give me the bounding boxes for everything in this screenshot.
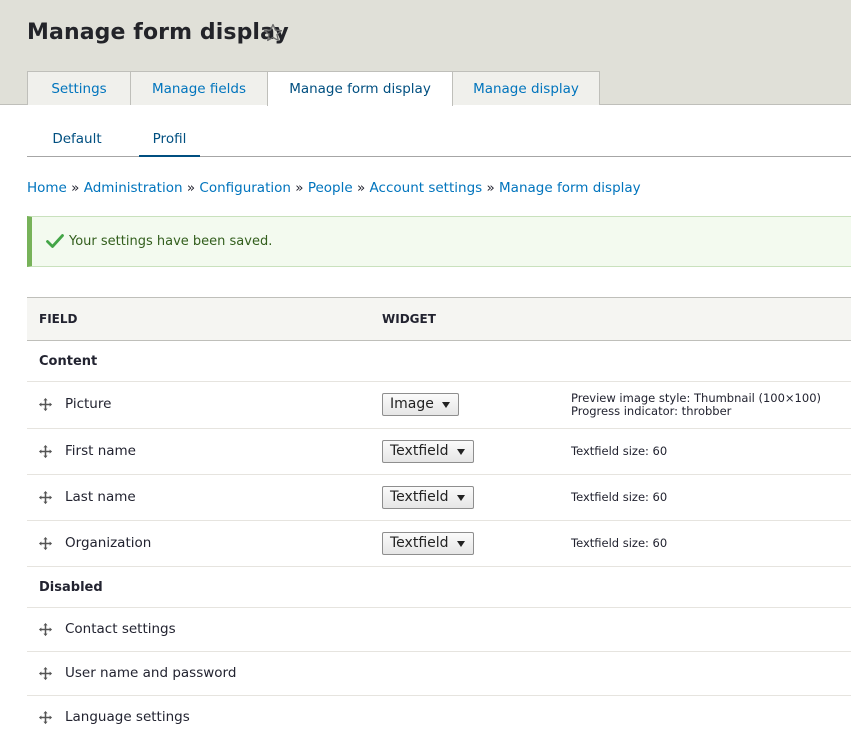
widget-select-value: Image bbox=[390, 396, 434, 412]
breadcrumb-separator: » bbox=[295, 180, 304, 196]
region-row-disabled: Disabled bbox=[27, 567, 851, 608]
column-header-widget: WIDGET bbox=[382, 312, 436, 326]
breadcrumb-configuration[interactable]: Configuration bbox=[199, 180, 291, 196]
field-name: Picture bbox=[65, 396, 112, 412]
region-label: Content bbox=[39, 354, 98, 369]
breadcrumb-separator: » bbox=[356, 180, 366, 196]
field-display-table: FIELD WIDGET Content Picture Image Previ… bbox=[27, 297, 851, 739]
breadcrumb-home[interactable]: Home bbox=[27, 180, 67, 196]
chevron-down-icon bbox=[456, 540, 465, 547]
widget-summary: Textfield size: 60 bbox=[571, 443, 668, 458]
chevron-down-icon bbox=[441, 402, 450, 408]
drag-handle-icon[interactable] bbox=[38, 710, 53, 725]
table-row: First name Textfield Textfield size: 60 bbox=[27, 429, 851, 475]
breadcrumb-administration[interactable]: Administration bbox=[84, 180, 183, 196]
status-message-text: Your settings have been saved. bbox=[69, 234, 273, 249]
drag-handle-icon[interactable] bbox=[38, 536, 53, 551]
widget-summary: Textfield size: 60 bbox=[571, 489, 668, 504]
column-header-field: FIELD bbox=[39, 312, 78, 326]
drag-handle-icon[interactable] bbox=[38, 490, 53, 505]
tab-manage-display[interactable]: Manage display bbox=[452, 71, 600, 105]
chevron-down-icon bbox=[456, 494, 465, 501]
breadcrumb-separator: » bbox=[71, 180, 80, 196]
table-row: Language settings bbox=[27, 696, 851, 739]
table-row: Contact settings bbox=[27, 608, 851, 652]
widget-select-value: Textfield bbox=[390, 488, 449, 505]
table-row: User name and password bbox=[27, 652, 851, 696]
widget-select[interactable]: Image bbox=[382, 393, 459, 416]
page-header: Manage form display Settings Manage fiel… bbox=[0, 0, 851, 106]
breadcrumb-manage-form-display[interactable]: Manage form display bbox=[499, 180, 641, 196]
breadcrumb-people[interactable]: People bbox=[308, 180, 353, 196]
field-name: Contact settings bbox=[65, 620, 176, 637]
widget-select-value: Textfield bbox=[390, 534, 449, 551]
table-row: Organization Textfield Textfield size: 6… bbox=[27, 521, 851, 567]
widget-select[interactable]: Textfield bbox=[382, 439, 474, 463]
table-header: FIELD WIDGET bbox=[27, 297, 851, 341]
drag-handle-icon[interactable] bbox=[38, 397, 53, 412]
widget-summary: Textfield size: 60 bbox=[571, 535, 668, 550]
subtab-default[interactable]: Default bbox=[27, 127, 127, 155]
table-row: Picture Image Preview image style: Thumb… bbox=[27, 382, 851, 429]
star-icon[interactable] bbox=[262, 22, 284, 44]
subtab-profil[interactable]: Profil bbox=[139, 127, 200, 157]
page-title: Manage form display bbox=[27, 20, 289, 45]
field-name: User name and password bbox=[65, 664, 237, 681]
secondary-tabs: Default Profil bbox=[27, 127, 851, 157]
field-name: Last name bbox=[65, 488, 136, 505]
chevron-down-icon bbox=[456, 448, 465, 455]
drag-handle-icon[interactable] bbox=[38, 622, 53, 637]
tab-settings[interactable]: Settings bbox=[27, 71, 131, 105]
widget-select-value: Textfield bbox=[390, 442, 449, 459]
breadcrumb-separator: » bbox=[486, 180, 495, 196]
widget-summary: Preview image style: Thumbnail (100×100)… bbox=[571, 392, 821, 418]
region-row-content: Content bbox=[27, 341, 851, 382]
tab-manage-fields[interactable]: Manage fields bbox=[130, 71, 268, 105]
field-name: Organization bbox=[65, 534, 152, 551]
widget-select[interactable]: Textfield bbox=[382, 485, 474, 509]
drag-handle-icon[interactable] bbox=[38, 444, 53, 459]
breadcrumb-account-settings[interactable]: Account settings bbox=[370, 180, 483, 196]
drag-handle-icon[interactable] bbox=[38, 666, 53, 681]
check-icon bbox=[46, 234, 64, 248]
widget-select[interactable]: Textfield bbox=[382, 531, 474, 555]
region-label: Disabled bbox=[39, 580, 103, 595]
summary-line: Progress indicator: throbber bbox=[571, 404, 732, 418]
field-name: Language settings bbox=[65, 708, 190, 725]
breadcrumb: Home » Administration » Configuration » … bbox=[27, 180, 641, 196]
breadcrumb-separator: » bbox=[186, 180, 196, 196]
field-name: First name bbox=[65, 442, 136, 459]
tab-manage-form-display[interactable]: Manage form display bbox=[267, 71, 453, 106]
status-message: Your settings have been saved. bbox=[27, 216, 851, 267]
table-row: Last name Textfield Textfield size: 60 bbox=[27, 475, 851, 521]
